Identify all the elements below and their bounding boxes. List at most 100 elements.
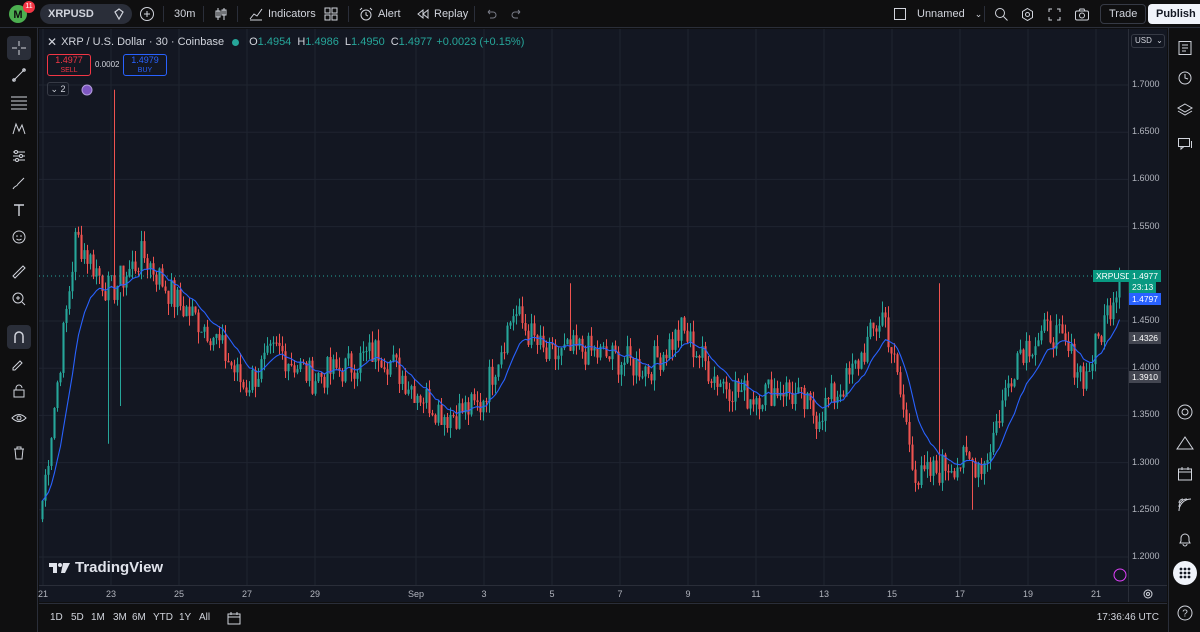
layouts-button[interactable]	[324, 4, 338, 24]
sell-button[interactable]: 1.4977 SELL	[47, 54, 91, 76]
replay-button[interactable]: Replay	[416, 4, 468, 24]
candle-body	[404, 375, 407, 394]
go-to-date-button[interactable]	[227, 611, 241, 628]
indicators-collapse-toggle[interactable]: ⌄ 2	[47, 82, 69, 96]
broadcast-icon	[1178, 498, 1192, 512]
candle-body	[209, 341, 212, 346]
candle-body	[623, 362, 626, 366]
candle-body	[449, 414, 452, 429]
candle-body	[194, 306, 197, 313]
candle-body	[689, 331, 692, 342]
forecast-tool[interactable]	[7, 144, 31, 168]
text-tool[interactable]	[7, 198, 31, 222]
alert-button[interactable]: Alert	[358, 4, 401, 24]
trend-line-tool[interactable]	[7, 63, 31, 87]
chats-button[interactable]	[1173, 132, 1197, 156]
candle-body	[1085, 371, 1088, 389]
pine-editor-button[interactable]	[1173, 400, 1197, 424]
currency-selector[interactable]: USD ⌄	[1131, 34, 1165, 48]
candle-body	[536, 335, 539, 345]
remove-drawings-tool[interactable]	[7, 441, 31, 465]
symbol-search[interactable]: XRPUSD	[40, 4, 132, 24]
quick-search-button[interactable]	[994, 4, 1009, 24]
compare-symbol-button[interactable]	[139, 4, 155, 24]
candle-body	[425, 389, 428, 403]
range-button-1d[interactable]: 1D	[50, 612, 63, 623]
interval-button[interactable]: 30m	[174, 4, 195, 24]
trade-button[interactable]: Trade	[1100, 4, 1147, 24]
indicators-button[interactable]: Indicators	[248, 4, 316, 24]
crosshair-tool[interactable]	[7, 36, 31, 60]
range-button-5d[interactable]: 5D	[71, 612, 84, 623]
close-icon[interactable]: ✕	[47, 35, 57, 49]
candle-body	[290, 363, 293, 366]
object-tree-button[interactable]	[1173, 98, 1197, 122]
fib-tool[interactable]	[7, 90, 31, 114]
redo-button[interactable]	[510, 4, 524, 24]
apps-button[interactable]	[1173, 561, 1197, 585]
candle-body	[722, 381, 725, 384]
streams-button[interactable]	[1173, 493, 1197, 517]
candle-body	[986, 460, 989, 464]
candle-body	[821, 420, 824, 422]
zoom-tool[interactable]	[7, 287, 31, 311]
undo-button[interactable]	[484, 4, 498, 24]
brush-tool[interactable]	[7, 171, 31, 195]
time-scale[interactable]: 21 23 25 27 29 Sep 3 5 7 9 11 13 15 17 19 21	[38, 585, 1128, 602]
watchlist-button[interactable]	[1173, 36, 1197, 60]
spread-value: 0.0002	[95, 60, 120, 69]
candle-body	[917, 482, 920, 485]
help-button[interactable]: ?	[1173, 601, 1197, 625]
measure-tool[interactable]	[7, 260, 31, 284]
time-tick-label: 19	[1022, 589, 1034, 599]
snapshot-button[interactable]	[1074, 4, 1090, 24]
candle-body	[527, 330, 530, 345]
price-tick-label: 1.7000	[1132, 79, 1160, 89]
candle-body	[728, 389, 731, 402]
publish-button[interactable]: Publish	[1148, 4, 1200, 24]
patterns-tool[interactable]	[7, 117, 31, 141]
calendar-button[interactable]	[1173, 462, 1197, 486]
diamond-icon[interactable]	[112, 7, 126, 21]
fib-retracement-icon	[11, 96, 27, 110]
candle-body	[314, 381, 317, 394]
magnet-tool[interactable]	[7, 325, 31, 349]
series-title: XRP / U.S. Dollar · 30 · Coinbase	[61, 36, 225, 48]
candle-body	[1103, 315, 1106, 343]
candle-body	[887, 317, 890, 348]
range-button-all[interactable]: All	[199, 612, 210, 623]
hide-drawings-tool[interactable]	[7, 406, 31, 430]
candle-body	[620, 365, 623, 375]
candle-body	[161, 268, 164, 287]
range-button-1y[interactable]: 1Y	[179, 612, 191, 623]
candle-body	[80, 234, 83, 260]
chart-pane[interactable]: ✕ XRP / U.S. Dollar · 30 · Coinbase O 1.4…	[39, 29, 1128, 585]
candle-body	[947, 470, 950, 473]
lock-tool[interactable]	[7, 379, 31, 403]
lock-drawings-tool[interactable]	[7, 352, 31, 376]
icon-tool[interactable]	[7, 225, 31, 249]
alerts-panel-button[interactable]	[1173, 66, 1197, 90]
scale-settings[interactable]	[1128, 585, 1167, 602]
price-chart	[39, 29, 1128, 585]
candle-body	[176, 289, 179, 308]
range-button-3m[interactable]: 3M	[113, 612, 127, 623]
settings-button[interactable]	[1020, 4, 1035, 24]
chart-type-button[interactable]	[213, 4, 229, 24]
range-button-1m[interactable]: 1M	[91, 612, 105, 623]
price-scale[interactable]: USD ⌄ 1.7000 1.6500 1.6000 1.5500 1.4500 1.40…	[1093, 29, 1167, 585]
candle-body	[608, 356, 611, 360]
level-tag-b: 1.3910	[1129, 371, 1161, 383]
indicators-label: Indicators	[268, 8, 316, 20]
layout-menu[interactable]: Unnamed ⌄	[893, 4, 982, 24]
range-button-ytd[interactable]: YTD	[153, 612, 173, 623]
candle-body	[794, 393, 797, 405]
clock-display[interactable]: 17:36:46 UTC	[1097, 612, 1159, 623]
candle-body	[665, 354, 668, 359]
ideas-button[interactable]	[1173, 431, 1197, 455]
notifications-button[interactable]	[1173, 527, 1197, 551]
range-button-6m[interactable]: 6M	[132, 612, 146, 623]
buy-button[interactable]: 1.4979 BUY	[123, 54, 167, 76]
candle-body	[572, 335, 575, 351]
fullscreen-button[interactable]	[1047, 4, 1062, 24]
